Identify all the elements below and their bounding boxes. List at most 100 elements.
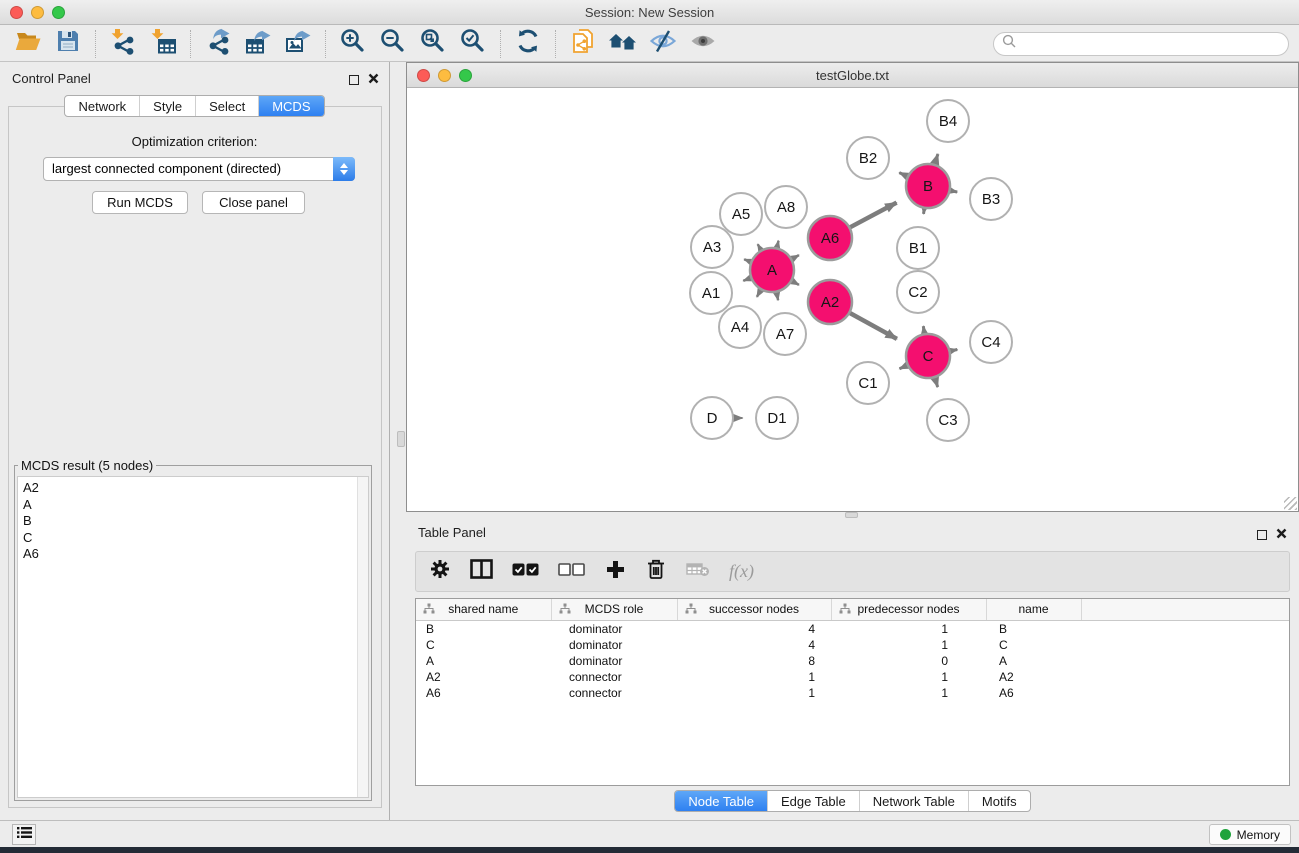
graph-node-b3[interactable]: B3 (970, 178, 1012, 220)
hide-selected-button[interactable] (643, 28, 683, 60)
zoom-in-button[interactable] (333, 28, 373, 60)
graph-node-c4[interactable]: C4 (970, 321, 1012, 363)
graph-node-c2[interactable]: C2 (897, 271, 939, 313)
graph-edge-a-a2[interactable] (792, 281, 799, 285)
create-column-button[interactable] (604, 560, 626, 584)
cell-predecessor-nodes[interactable]: 1 (831, 637, 986, 653)
graph-node-b1[interactable]: B1 (897, 227, 939, 269)
close-panel-icon[interactable] (368, 71, 379, 89)
table-row-b[interactable]: Bdominator41B (416, 620, 1289, 637)
cell-mcds-role[interactable]: dominator (551, 620, 677, 637)
cell-shared-name[interactable]: A (416, 653, 551, 669)
save-session-button[interactable] (48, 28, 88, 60)
graph-edge-b-b2[interactable] (899, 173, 907, 177)
table-row-a2[interactable]: A2connector11A2 (416, 669, 1289, 685)
graph-edge-b-b3[interactable] (951, 191, 958, 192)
graph-node-a[interactable]: A (750, 248, 794, 292)
search-input[interactable] (1017, 36, 1280, 51)
graph-node-b2[interactable]: B2 (847, 137, 889, 179)
graph-edge-a-a7[interactable] (777, 293, 779, 301)
memory-button[interactable]: Memory (1209, 824, 1291, 845)
cell-successor-nodes[interactable]: 1 (677, 669, 831, 685)
tab-motifs[interactable]: Motifs (968, 791, 1030, 811)
resize-grip[interactable] (1284, 497, 1297, 510)
cell-successor-nodes[interactable]: 8 (677, 653, 831, 669)
cell-predecessor-nodes[interactable]: 0 (831, 653, 986, 669)
zoom-selected-button[interactable] (453, 28, 493, 60)
graph-node-a3[interactable]: A3 (691, 226, 733, 268)
graph-node-d[interactable]: D (691, 397, 733, 439)
column-header-mcds-role[interactable]: MCDS role (551, 599, 677, 620)
graph-edge-c-c1[interactable] (900, 365, 908, 368)
result-scrollbar[interactable] (357, 477, 368, 797)
delete-column-button[interactable] (645, 560, 667, 584)
result-item-a6[interactable]: A6 (18, 546, 368, 563)
apply-function-button[interactable]: f(x) (729, 560, 754, 584)
cell-successor-nodes[interactable]: 4 (677, 637, 831, 653)
delete-table-button[interactable] (686, 560, 710, 584)
graph-edge-a-a5[interactable] (758, 244, 761, 250)
run-mcds-button[interactable]: Run MCDS (92, 191, 188, 214)
network-zoom-button[interactable] (459, 69, 472, 82)
graph-node-c3[interactable]: C3 (927, 399, 969, 441)
cell-name[interactable]: A (986, 653, 1081, 669)
search-field[interactable] (993, 32, 1289, 56)
graph-edge-a-a3[interactable] (744, 259, 750, 262)
import-network-button[interactable] (103, 28, 143, 60)
graph-node-a2[interactable]: A2 (808, 280, 852, 324)
import-table-button[interactable] (143, 28, 183, 60)
tab-node-table[interactable]: Node Table (675, 791, 767, 811)
float-panel-icon[interactable] (349, 75, 359, 85)
float-panel-icon[interactable] (1257, 530, 1267, 540)
column-header-predecessor-nodes[interactable]: predecessor nodes (831, 599, 986, 620)
graph-node-a8[interactable]: A8 (765, 186, 807, 228)
result-item-a[interactable]: A (18, 497, 368, 514)
table-row-c[interactable]: Cdominator41C (416, 637, 1289, 653)
tab-select[interactable]: Select (195, 96, 258, 116)
graph-edge-a-a6[interactable] (792, 255, 799, 259)
graph-edge-a-a8[interactable] (777, 241, 779, 248)
close-panel-icon[interactable] (1276, 526, 1287, 544)
graph-node-a5[interactable]: A5 (720, 193, 762, 235)
cell-predecessor-nodes[interactable]: 1 (831, 669, 986, 685)
show-all-button[interactable] (683, 28, 723, 60)
cell-successor-nodes[interactable]: 4 (677, 620, 831, 637)
table-row-a6[interactable]: A6connector11A6 (416, 685, 1289, 701)
zoom-fit-button[interactable] (413, 28, 453, 60)
tab-edge-table[interactable]: Edge Table (767, 791, 859, 811)
graph-node-d1[interactable]: D1 (756, 397, 798, 439)
result-item-c[interactable]: C (18, 530, 368, 547)
graph-edge-b-b4[interactable] (935, 154, 938, 164)
graph-node-a4[interactable]: A4 (719, 306, 761, 348)
select-all-button[interactable] (512, 560, 539, 584)
cell-name[interactable]: B (986, 620, 1081, 637)
graph-edge-c-c2[interactable] (923, 326, 924, 333)
graph-node-b4[interactable]: B4 (927, 100, 969, 142)
clone-network-button[interactable] (563, 28, 603, 60)
graph-edge-c-c4[interactable] (951, 350, 958, 352)
cell-shared-name[interactable]: C (416, 637, 551, 653)
cell-name[interactable]: A6 (986, 685, 1081, 701)
graph-edge-b-b1[interactable] (924, 209, 925, 214)
result-item-b[interactable]: B (18, 513, 368, 530)
tab-style[interactable]: Style (139, 96, 195, 116)
tab-network-table[interactable]: Network Table (859, 791, 968, 811)
cell-successor-nodes[interactable]: 1 (677, 685, 831, 701)
graph-node-c1[interactable]: C1 (847, 362, 889, 404)
cell-shared-name[interactable]: A2 (416, 669, 551, 685)
column-header-successor-nodes[interactable]: successor nodes (677, 599, 831, 620)
vertical-splitter-handle[interactable] (397, 431, 405, 447)
close-window-button[interactable] (10, 6, 23, 19)
export-table-button[interactable] (238, 28, 278, 60)
network-canvas[interactable]: B4B2BB3A8A5A6A3B1AC2A1A2A4A7C4CC1C3DD1 (407, 89, 1298, 511)
column-header-shared-name[interactable]: shared name (416, 599, 551, 620)
graph-edge-a-a4[interactable] (757, 290, 761, 297)
graph-node-a7[interactable]: A7 (764, 313, 806, 355)
graph-node-a1[interactable]: A1 (690, 272, 732, 314)
table-row-a[interactable]: Adominator80A (416, 653, 1289, 669)
graph-edge-a6-b[interactable] (850, 203, 896, 228)
graph-edge-a-a1[interactable] (743, 278, 750, 281)
network-close-button[interactable] (417, 69, 430, 82)
graph-node-c[interactable]: C (906, 334, 950, 378)
cell-shared-name[interactable]: A6 (416, 685, 551, 701)
